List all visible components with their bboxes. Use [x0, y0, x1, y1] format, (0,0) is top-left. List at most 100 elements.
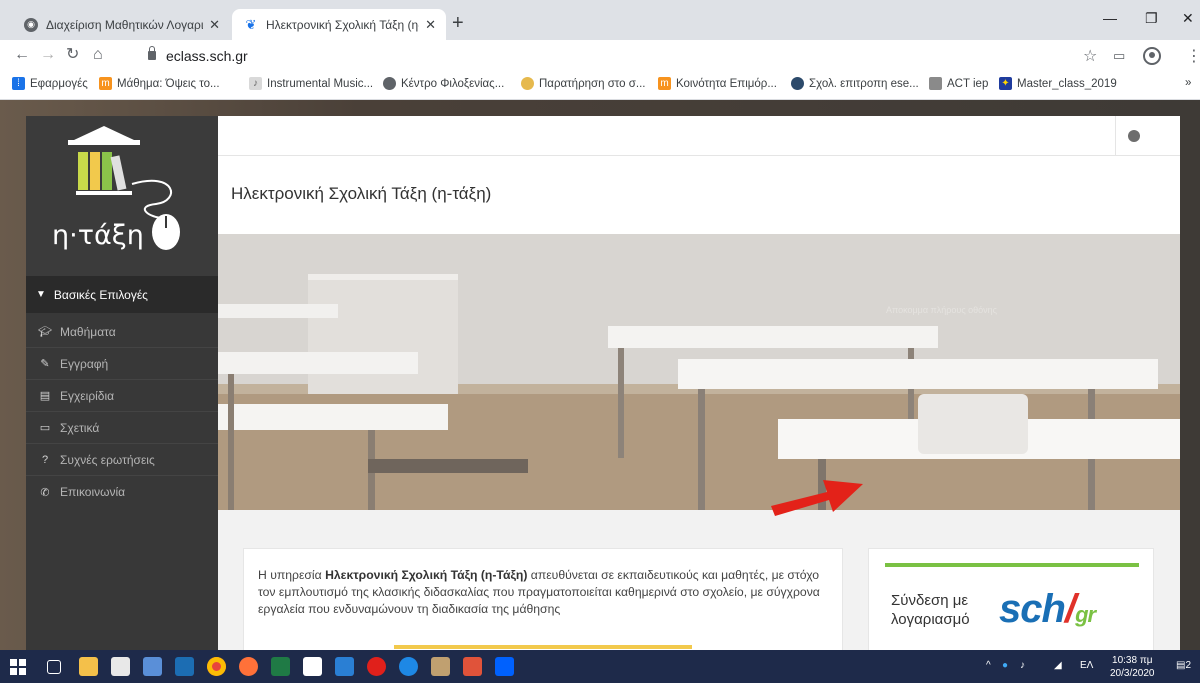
- hero-caption: Αποκομμα πλήρους οθόνης: [886, 305, 998, 315]
- card-icon: ▭: [39, 422, 51, 434]
- document-icon: ▤: [39, 390, 51, 402]
- edit-icon: ✎: [40, 358, 50, 370]
- sidebar-item-contact[interactable]: ✆ Επικοινωνία: [26, 476, 218, 508]
- clock[interactable]: 10:38 πμ 20/3/2020: [1110, 654, 1155, 680]
- classroom-desks-image: [218, 234, 1180, 510]
- graduation-cap-icon: 🎓︎: [38, 326, 52, 338]
- main-content: Ηλεκτρονική Σχολική Τάξη (η-τάξη) Αποκομ…: [218, 116, 1180, 650]
- language-globe-icon[interactable]: [1128, 130, 1140, 142]
- profile-icon[interactable]: [1143, 47, 1161, 65]
- sch-login-card[interactable]: Σύνδεση με λογαριασμό sch/gr: [868, 548, 1154, 650]
- sidebar-item-courses[interactable]: 🎓︎ Μαθήματα: [26, 316, 218, 348]
- tab-eclass[interactable]: ❦ Ηλεκτρονική Σχολική Τάξη (η-Τά ✕: [232, 9, 446, 40]
- sidebar: η·τάξη ▼ Βασικές Επιλογές 🎓︎ Μαθήματα ✎ …: [26, 116, 218, 650]
- language-indicator[interactable]: ΕΛ: [1080, 660, 1093, 671]
- tab-title: Διαχείριση Μαθητικών Λογαριασ: [46, 17, 204, 32]
- forward-icon[interactable]: →: [40, 47, 56, 63]
- window-close-icon[interactable]: ✕: [1182, 10, 1194, 27]
- bookmark-item[interactable]: Παρατήρηση στο σ...: [521, 77, 645, 90]
- divider: [1115, 116, 1116, 156]
- bookmark-item[interactable]: Σχολ. επιτροπη ese...: [791, 77, 919, 90]
- app-icon[interactable]: [431, 657, 450, 676]
- eclass-favicon-icon: ❦: [245, 16, 257, 32]
- bookmark-apps[interactable]: ⁞ Εφαρμογές: [12, 77, 88, 90]
- bookmark-item[interactable]: ✦ Master_class_2019: [999, 77, 1117, 90]
- sch-logo[interactable]: sch/gr: [999, 587, 1096, 632]
- new-tab-button[interactable]: +: [452, 13, 464, 33]
- intro-text: Η υπηρεσία Ηλεκτρονική Σχολική Τάξη (η-Τ…: [258, 567, 833, 618]
- tab-student-accounts[interactable]: ◉ Διαχείριση Μαθητικών Λογαριασ ✕: [12, 9, 230, 40]
- bookmark-label: ACT iep: [947, 77, 989, 90]
- bookmark-label: Παρατήρηση στο σ...: [539, 77, 646, 90]
- volume-icon[interactable]: ♪: [1020, 660, 1025, 671]
- clock-time: 10:38 πμ: [1112, 655, 1153, 666]
- sidebar-item-label: Επικοινωνία: [60, 485, 126, 499]
- minimize-icon[interactable]: —: [1103, 10, 1117, 26]
- bookmark-item[interactable]: m Κοινότητα Επιμόρ...: [658, 77, 777, 90]
- eu-flag-icon: ✦: [999, 77, 1012, 90]
- close-tab-icon[interactable]: ✕: [425, 17, 436, 33]
- intro-bold: Ηλεκτρονική Σχολική Τάξη (η-Τάξη): [325, 568, 528, 582]
- more-bookmarks-button[interactable]: »: [1185, 77, 1191, 89]
- logo[interactable]: η·τάξη: [26, 116, 218, 276]
- sidebar-item-about[interactable]: ▭ Σχετικά: [26, 412, 218, 444]
- dropbox-icon[interactable]: [495, 657, 514, 676]
- logo-text: η·τάξη: [52, 220, 144, 251]
- tab-strip: ◉ Διαχείριση Μαθητικών Λογαριασ ✕ ❦ Ηλεκ…: [0, 0, 1200, 40]
- menu-head-basic-options[interactable]: ▼ Βασικές Επιλογές: [26, 276, 218, 313]
- teamviewer-icon[interactable]: [399, 657, 418, 676]
- bookmarks-bar: ⁞ Εφαρμογές m Μάθημα: Όψεις το... ♪ Inst…: [0, 72, 1200, 100]
- sidebar-item-label: Εγχειρίδια: [60, 388, 115, 403]
- sidebar-item-faq[interactable]: ? Συχνές ερωτήσεις: [26, 444, 218, 476]
- home-icon[interactable]: ⌂: [93, 47, 103, 63]
- sidebar-item-manuals[interactable]: ▤ Εγχειρίδια: [26, 380, 218, 412]
- bookmark-star-icon[interactable]: ☆: [1083, 46, 1097, 66]
- bookmark-label: Μάθημα: Όψεις το...: [117, 77, 220, 90]
- sidebar-item-label: Εγγραφή: [60, 356, 109, 371]
- site-icon: [929, 77, 942, 90]
- address-bar[interactable]: eclass.sch.gr: [166, 48, 248, 64]
- bookmark-item[interactable]: m Μάθημα: Όψεις το...: [99, 77, 220, 90]
- question-icon: ?: [41, 453, 49, 466]
- opera-icon[interactable]: [367, 657, 386, 676]
- tray-expand-icon[interactable]: ^: [986, 660, 991, 671]
- content-area: Η υπηρεσία Ηλεκτρονική Σχολική Τάξη (η-Τ…: [218, 510, 1180, 650]
- menu-dots-icon[interactable]: ⋮: [1186, 46, 1200, 66]
- notepad-icon[interactable]: [303, 657, 322, 676]
- tab-title: Ηλεκτρονική Σχολική Τάξη (η-Τά: [266, 17, 420, 32]
- network-icon[interactable]: ◢: [1054, 660, 1062, 671]
- bookmark-item[interactable]: Κέντρο Φιλοξενίας...: [383, 77, 504, 90]
- bookmark-label: Σχολ. επιτροπη ese...: [809, 77, 919, 90]
- sch-logo-gr: gr: [1075, 602, 1096, 627]
- moodle-icon: m: [658, 77, 671, 90]
- store-icon[interactable]: [111, 657, 130, 676]
- chrome-icon[interactable]: [207, 657, 226, 676]
- intro-prefix: Η υπηρεσία: [258, 568, 326, 582]
- back-icon[interactable]: ←: [14, 47, 30, 63]
- photos-icon[interactable]: [143, 657, 162, 676]
- sidebar-item-register[interactable]: ✎ Εγγραφή: [26, 348, 218, 380]
- tray-app-icon[interactable]: ●: [1002, 660, 1008, 671]
- notifications-icon[interactable]: ▤2: [1176, 660, 1191, 671]
- file-explorer-icon[interactable]: [79, 657, 98, 676]
- top-bar: [218, 116, 1180, 156]
- excel-icon[interactable]: [271, 657, 290, 676]
- restore-icon[interactable]: ❐: [1145, 10, 1158, 27]
- cast-icon[interactable]: ▭: [1113, 48, 1125, 64]
- login-label-line1: Σύνδεση με: [891, 592, 969, 609]
- task-view-icon[interactable]: [47, 660, 61, 674]
- lock-icon[interactable]: [148, 46, 156, 60]
- firefox-icon[interactable]: [239, 657, 258, 676]
- close-tab-icon[interactable]: ✕: [209, 17, 220, 33]
- globe-icon: [383, 77, 396, 90]
- windows-start-icon[interactable]: [10, 659, 26, 675]
- bookmark-item[interactable]: ♪ Instrumental Music...: [249, 77, 373, 90]
- app-icon[interactable]: [175, 657, 194, 676]
- bookmark-item[interactable]: ACT iep: [929, 77, 988, 90]
- reload-icon[interactable]: ↻: [66, 47, 79, 63]
- app-icon[interactable]: [463, 657, 482, 676]
- mail-icon[interactable]: [335, 657, 354, 676]
- taskbar: ^ ● ♪ ◢ ΕΛ 10:38 πμ 20/3/2020 ▤2: [0, 650, 1200, 683]
- login-label[interactable]: Σύνδεση με λογαριασμό: [891, 591, 970, 629]
- site-icon: [521, 77, 534, 90]
